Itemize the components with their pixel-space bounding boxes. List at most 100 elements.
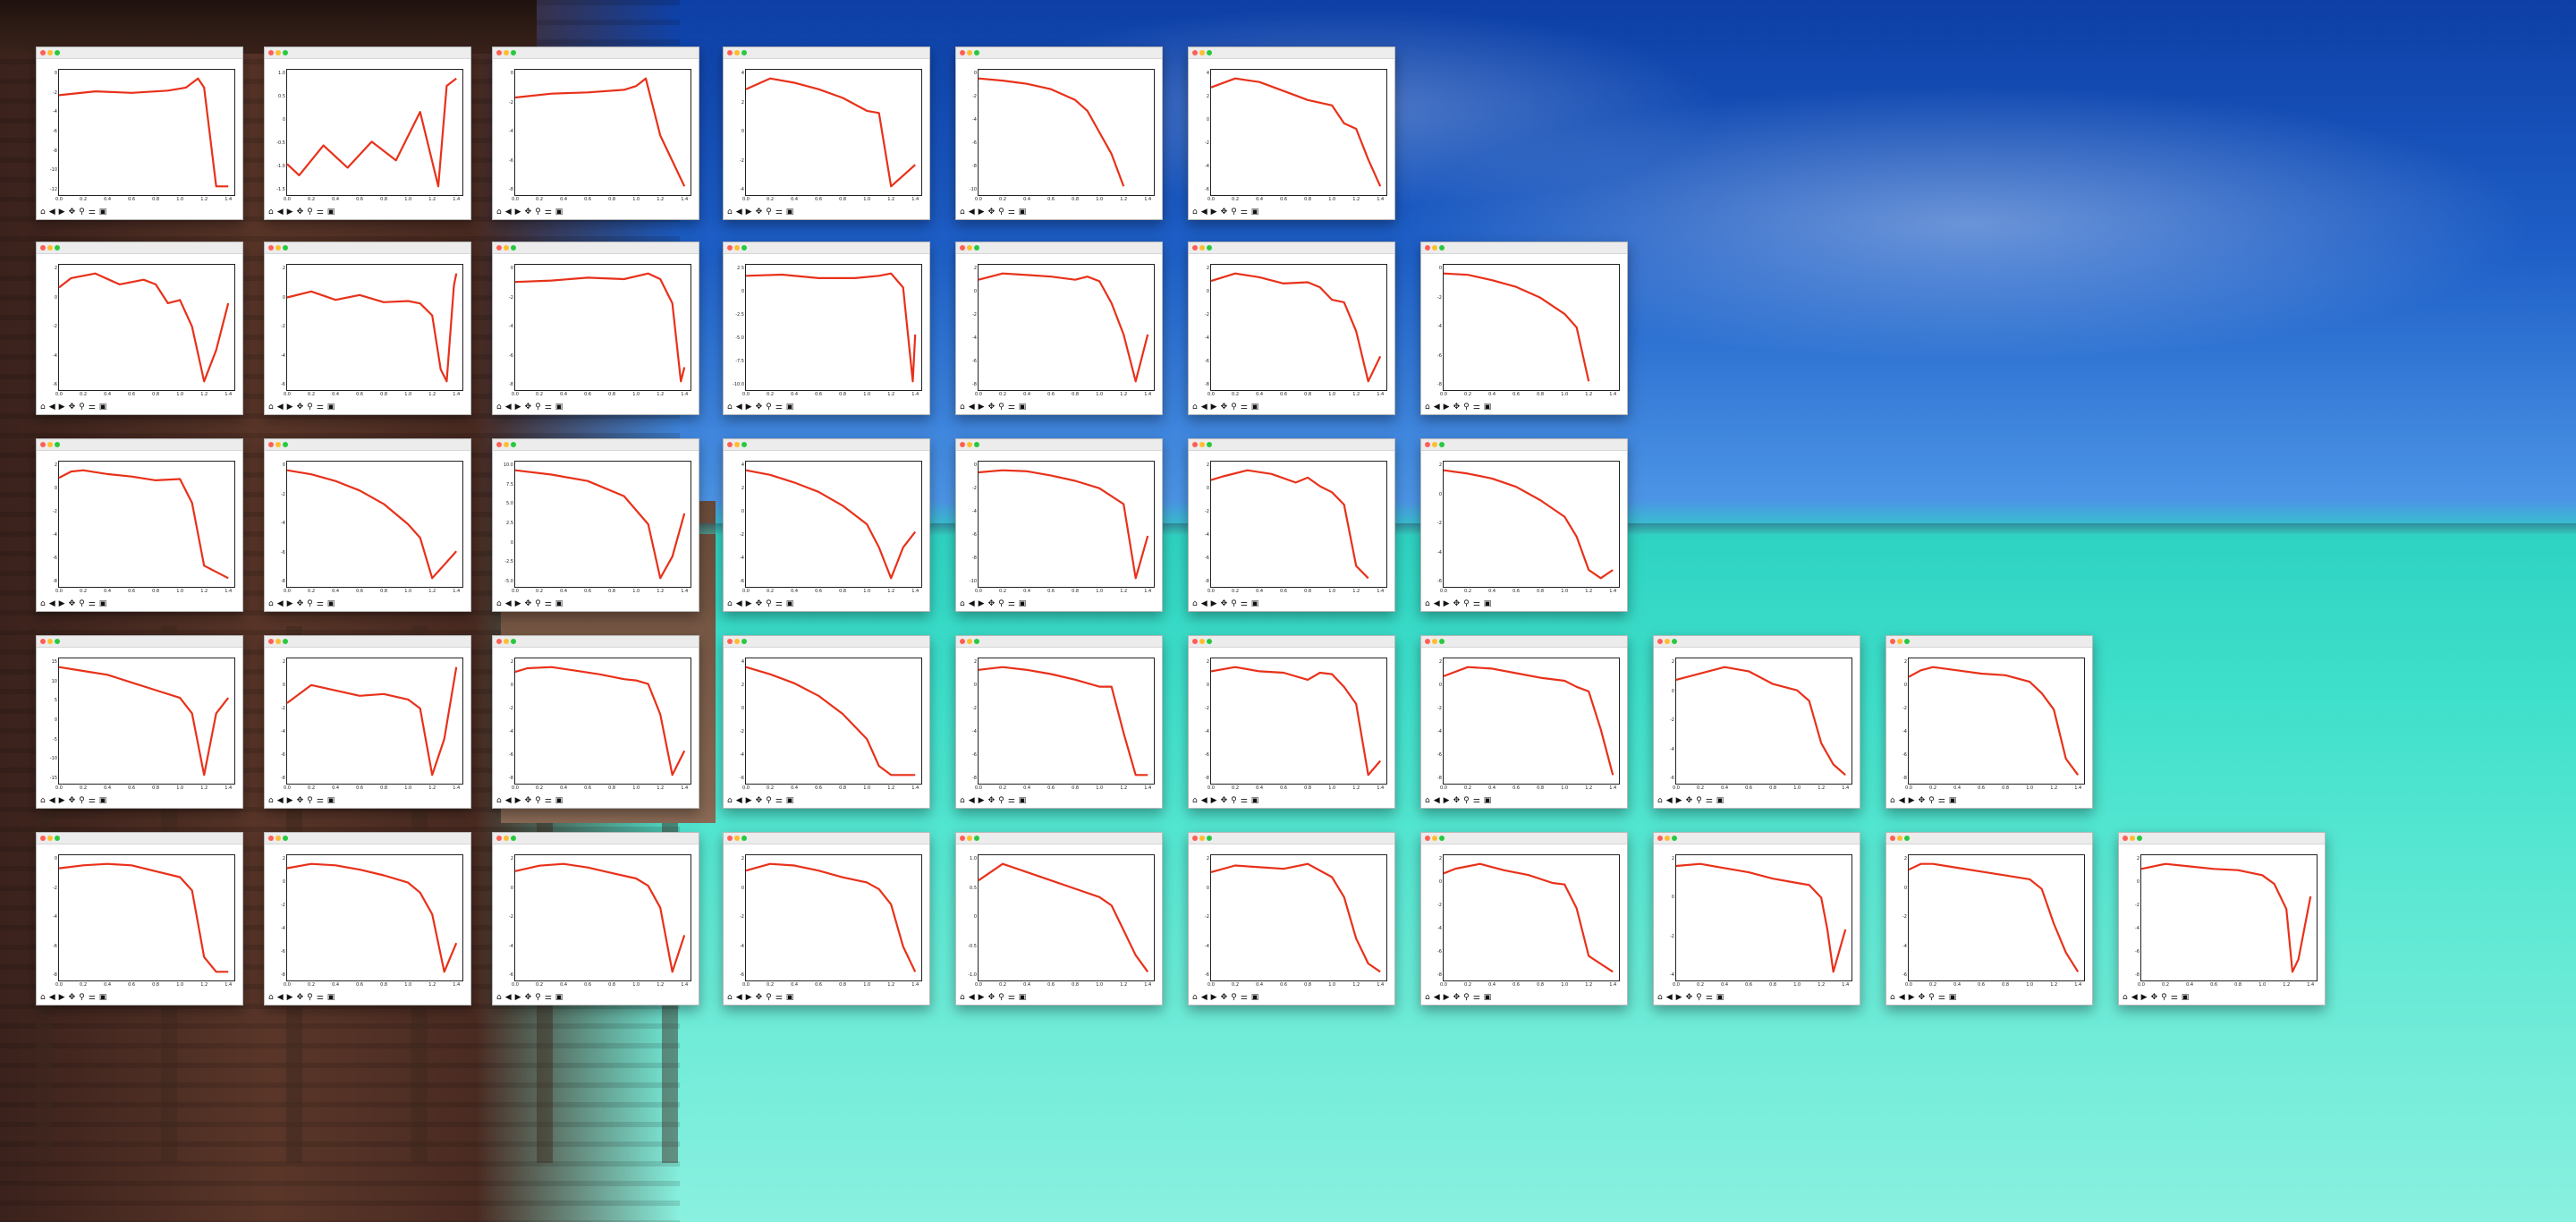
- close-window-button[interactable]: [268, 639, 274, 644]
- minimize-window-button[interactable]: [1665, 836, 1670, 841]
- maximize-window-button[interactable]: [511, 50, 516, 55]
- configure-icon[interactable]: ⚌: [1938, 993, 1945, 1002]
- pan-icon[interactable]: ✥: [1453, 796, 1461, 805]
- pan-icon[interactable]: ✥: [297, 993, 304, 1002]
- pan-icon[interactable]: ✥: [756, 208, 763, 216]
- minimize-window-button[interactable]: [734, 245, 740, 250]
- minimize-window-button[interactable]: [1432, 836, 1437, 841]
- back-icon[interactable]: ◀: [277, 599, 284, 608]
- figure-window[interactable]: 4 2 0 -2 -4 -6 0.0 0.2 0.4 0.6 0.8 1.0 1.2 1.4 ⌂ ◀ ▶ ✥ ⚲ ⚌ ▣: [723, 438, 930, 612]
- forward-icon[interactable]: ▶: [1909, 993, 1915, 1002]
- back-icon[interactable]: ◀: [969, 403, 975, 412]
- window-titlebar[interactable]: [724, 636, 929, 648]
- pan-icon[interactable]: ✥: [297, 599, 304, 608]
- back-icon[interactable]: ◀: [1899, 796, 1905, 805]
- window-titlebar[interactable]: [1886, 833, 2092, 844]
- save-icon[interactable]: ▣: [1019, 403, 1027, 412]
- save-icon[interactable]: ▣: [1716, 993, 1724, 1002]
- forward-icon[interactable]: ▶: [2141, 993, 2148, 1002]
- back-icon[interactable]: ◀: [505, 208, 512, 216]
- forward-icon[interactable]: ▶: [287, 993, 293, 1002]
- forward-icon[interactable]: ▶: [1444, 599, 1450, 608]
- save-icon[interactable]: ▣: [327, 796, 335, 805]
- pan-icon[interactable]: ✥: [1221, 208, 1228, 216]
- forward-icon[interactable]: ▶: [1211, 208, 1217, 216]
- back-icon[interactable]: ◀: [736, 403, 742, 412]
- configure-icon[interactable]: ⚌: [317, 993, 324, 1002]
- zoom-icon[interactable]: ⚲: [998, 599, 1004, 608]
- figure-window[interactable]: 2 0 -2 -4 -6 -8 0.0 0.2 0.4 0.6 0.8 1.0 1.2 1.4 ⌂ ◀ ▶ ✥ ⚲ ⚌…: [1420, 635, 1628, 809]
- window-titlebar[interactable]: [1886, 636, 2092, 648]
- home-icon[interactable]: ⌂: [2123, 993, 2128, 1002]
- zoom-icon[interactable]: ⚲: [535, 208, 541, 216]
- figure-window[interactable]: 2 0 -2 -4 -6 -8 0.0 0.2 0.4 0.6 0.8 1.0 1.2 1.4 ⌂ ◀ ▶ ✥ ⚲ ⚌…: [1188, 635, 1395, 809]
- pan-icon[interactable]: ✥: [525, 208, 532, 216]
- configure-icon[interactable]: ⚌: [1241, 796, 1248, 805]
- configure-icon[interactable]: ⚌: [545, 208, 552, 216]
- save-icon[interactable]: ▣: [1484, 599, 1492, 608]
- forward-icon[interactable]: ▶: [746, 599, 752, 608]
- home-icon[interactable]: ⌂: [727, 208, 733, 216]
- window-titlebar[interactable]: [956, 636, 1162, 648]
- save-icon[interactable]: ▣: [1484, 993, 1492, 1002]
- zoom-icon[interactable]: ⚲: [307, 796, 313, 805]
- configure-icon[interactable]: ⚌: [1706, 993, 1713, 1002]
- configure-icon[interactable]: ⚌: [1473, 796, 1480, 805]
- window-titlebar[interactable]: [265, 833, 470, 844]
- save-icon[interactable]: ▣: [327, 993, 335, 1002]
- forward-icon[interactable]: ▶: [1444, 796, 1450, 805]
- back-icon[interactable]: ◀: [1434, 599, 1440, 608]
- window-titlebar[interactable]: [1421, 833, 1627, 844]
- window-titlebar[interactable]: [956, 439, 1162, 451]
- save-icon[interactable]: ▣: [555, 208, 564, 216]
- minimize-window-button[interactable]: [734, 442, 740, 447]
- maximize-window-button[interactable]: [741, 836, 747, 841]
- pan-icon[interactable]: ✥: [1453, 599, 1461, 608]
- maximize-window-button[interactable]: [1207, 836, 1212, 841]
- configure-icon[interactable]: ⚌: [545, 796, 552, 805]
- save-icon[interactable]: ▣: [1949, 993, 1957, 1002]
- pan-icon[interactable]: ✥: [1686, 993, 1693, 1002]
- close-window-button[interactable]: [40, 50, 46, 55]
- back-icon[interactable]: ◀: [49, 208, 55, 216]
- configure-icon[interactable]: ⚌: [1473, 993, 1480, 1002]
- window-titlebar[interactable]: [956, 242, 1162, 254]
- figure-window[interactable]: 2 0 -2 -4 -6 -8 0.0 0.2 0.4 0.6 0.8 1.0 1.2 1.4 ⌂ ◀ ▶ ✥ ⚲ ⚌…: [2118, 832, 2326, 1006]
- close-window-button[interactable]: [960, 245, 965, 250]
- figure-window[interactable]: 2 0 -2 -4 -6 0.0 0.2 0.4 0.6 0.8 1.0 1.2 1.4 ⌂ ◀ ▶ ✥ ⚲ ⚌ ▣: [1885, 832, 2093, 1006]
- minimize-window-button[interactable]: [1897, 836, 1902, 841]
- configure-icon[interactable]: ⚌: [89, 993, 96, 1002]
- configure-icon[interactable]: ⚌: [2171, 993, 2178, 1002]
- save-icon[interactable]: ▣: [1019, 993, 1027, 1002]
- figure-window[interactable]: 2 0 -2 -4 -6 0.0 0.2 0.4 0.6 0.8 1.0 1.2 1.4 ⌂ ◀ ▶ ✥ ⚲ ⚌ ▣: [36, 242, 243, 415]
- forward-icon[interactable]: ▶: [979, 599, 985, 608]
- home-icon[interactable]: ⌂: [40, 993, 46, 1002]
- maximize-window-button[interactable]: [1439, 245, 1445, 250]
- pan-icon[interactable]: ✥: [297, 796, 304, 805]
- minimize-window-button[interactable]: [47, 245, 53, 250]
- home-icon[interactable]: ⌂: [1425, 599, 1430, 608]
- figure-window[interactable]: 2 0 -2 -4 -6 -8 0.0 0.2 0.4 0.6 0.8 1.0 1.2 1.4 ⌂ ◀ ▶ ✥ ⚲ ⚌…: [1885, 635, 2093, 809]
- figure-window[interactable]: 2 0 -2 -4 -6 -8 0.0 0.2 0.4 0.6 0.8 1.0 1.2 1.4 ⌂ ◀ ▶ ✥ ⚲ ⚌…: [1420, 832, 1628, 1006]
- back-icon[interactable]: ◀: [505, 993, 512, 1002]
- close-window-button[interactable]: [40, 639, 46, 644]
- minimize-window-button[interactable]: [275, 442, 281, 447]
- home-icon[interactable]: ⌂: [1657, 796, 1663, 805]
- figure-window[interactable]: 15 10 5 0 -5 -10 -15 0.0 0.2 0.4 0.6 0.8 1.0 1.2 1.4 ⌂ ◀…: [36, 635, 243, 809]
- minimize-window-button[interactable]: [504, 245, 509, 250]
- pan-icon[interactable]: ✥: [69, 403, 76, 412]
- close-window-button[interactable]: [1192, 50, 1198, 55]
- maximize-window-button[interactable]: [1672, 639, 1677, 644]
- close-window-button[interactable]: [960, 836, 965, 841]
- configure-icon[interactable]: ⚌: [1706, 796, 1713, 805]
- save-icon[interactable]: ▣: [555, 599, 564, 608]
- close-window-button[interactable]: [496, 50, 502, 55]
- maximize-window-button[interactable]: [1439, 442, 1445, 447]
- minimize-window-button[interactable]: [734, 639, 740, 644]
- zoom-icon[interactable]: ⚲: [998, 796, 1004, 805]
- window-titlebar[interactable]: [1421, 439, 1627, 451]
- window-titlebar[interactable]: [956, 833, 1162, 844]
- close-window-button[interactable]: [1192, 836, 1198, 841]
- home-icon[interactable]: ⌂: [1657, 993, 1663, 1002]
- close-window-button[interactable]: [727, 639, 733, 644]
